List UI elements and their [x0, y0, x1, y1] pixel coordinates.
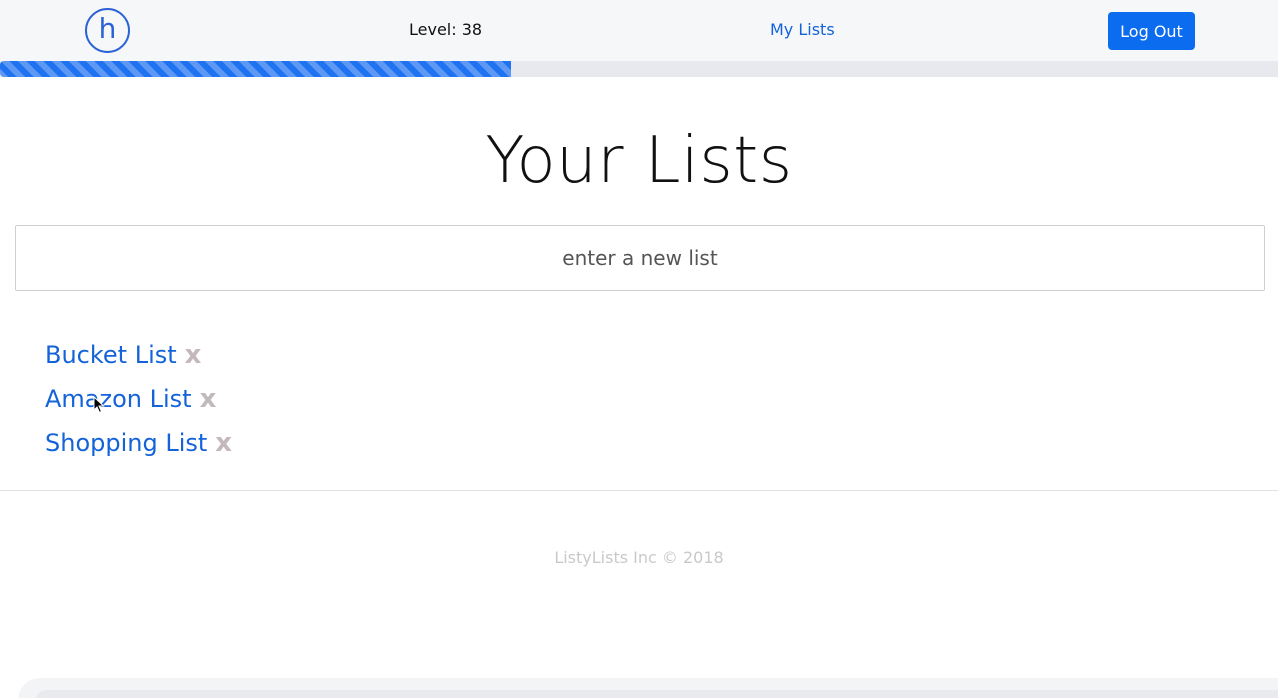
- lists-container: Bucket List x Amazon List x Shopping Lis…: [45, 333, 232, 465]
- top-navbar: h Level: 38 My Lists Log Out: [0, 0, 1278, 61]
- mouse-pointer-icon: [93, 396, 105, 414]
- level-progress-fill: [0, 61, 512, 77]
- list-link-shopping-list[interactable]: Shopping List: [45, 429, 207, 457]
- logout-button[interactable]: Log Out: [1108, 12, 1195, 50]
- list-item: Bucket List x: [45, 333, 232, 377]
- footer-divider: [0, 490, 1278, 491]
- window-bottom-edge-inner: [36, 690, 1278, 698]
- page-title: Your Lists: [485, 124, 793, 198]
- delete-list-button[interactable]: x: [185, 342, 202, 368]
- delete-list-button[interactable]: x: [215, 430, 232, 456]
- logo-letter: h: [98, 12, 117, 45]
- list-item: Amazon List x: [45, 377, 232, 421]
- new-list-input[interactable]: [15, 225, 1265, 291]
- list-link-bucket-list[interactable]: Bucket List: [45, 341, 177, 369]
- list-item: Shopping List x: [45, 421, 232, 465]
- level-indicator: Level: 38: [409, 20, 483, 39]
- home-logo-icon[interactable]: h: [85, 8, 130, 53]
- delete-list-button[interactable]: x: [200, 386, 217, 412]
- footer-copyright: ListyLists Inc © 2018: [554, 548, 724, 567]
- nav-link-my-lists[interactable]: My Lists: [770, 20, 835, 39]
- level-progress-bar: [0, 61, 1278, 77]
- list-link-amazon-list[interactable]: Amazon List: [45, 385, 192, 413]
